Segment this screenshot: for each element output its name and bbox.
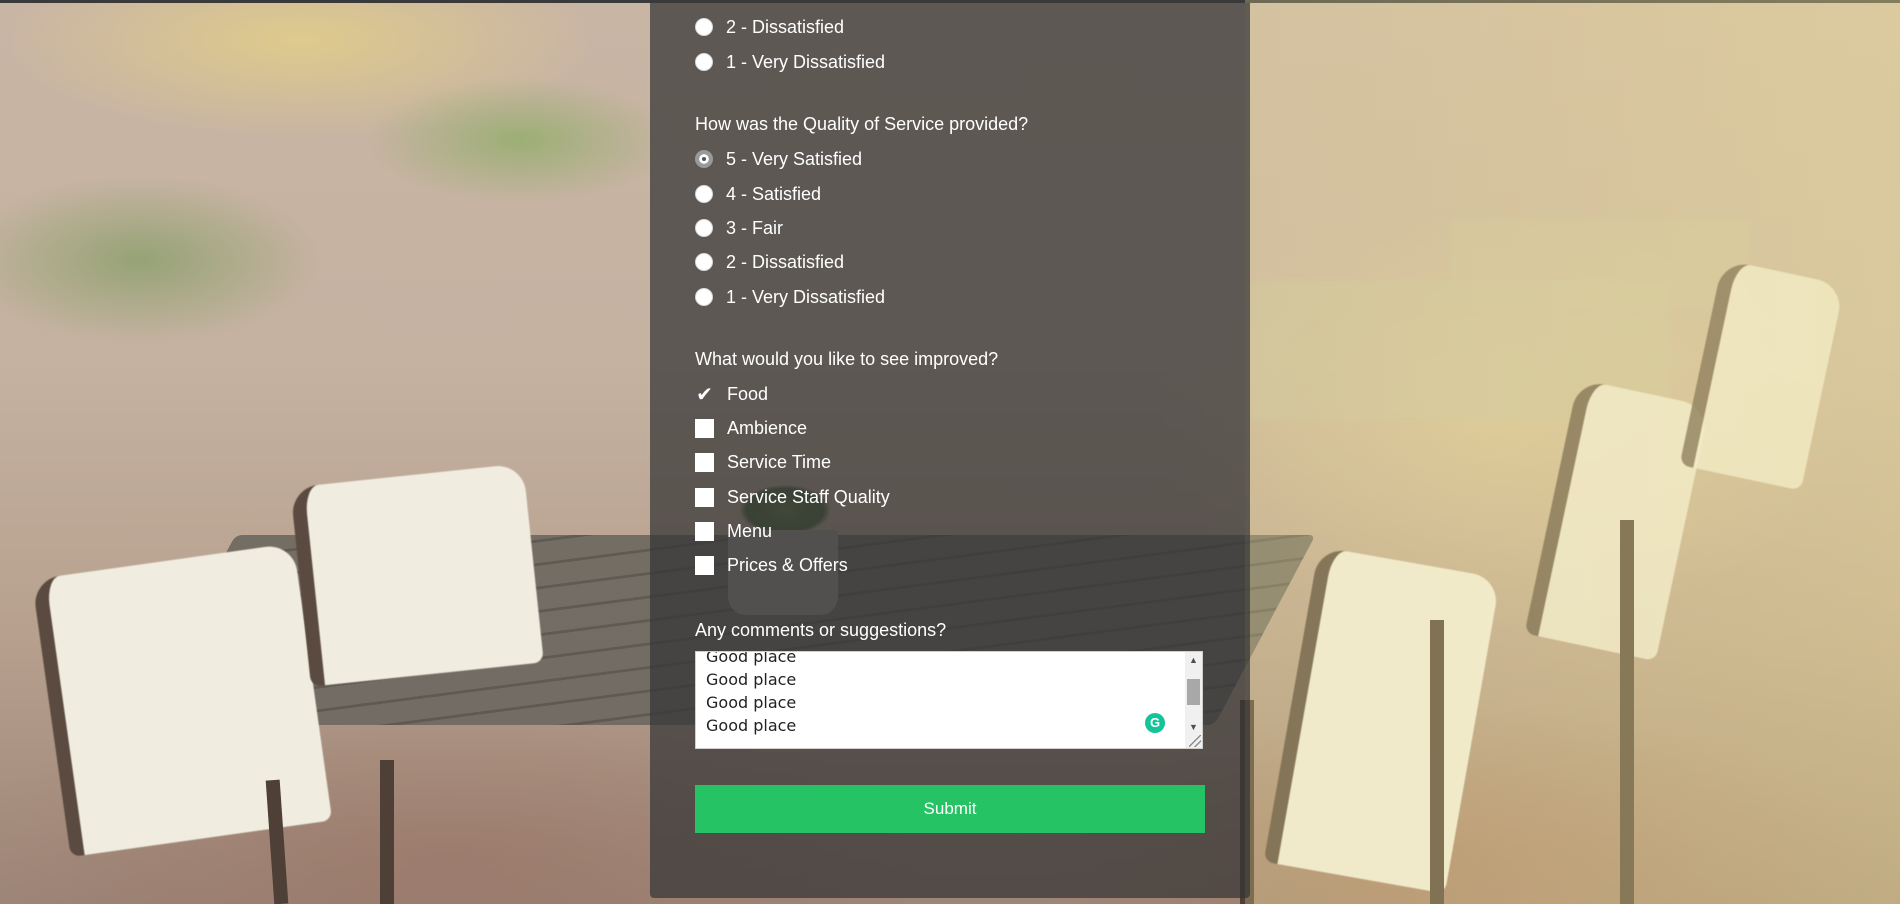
checkbox[interactable] bbox=[695, 452, 714, 472]
background-chair bbox=[1263, 546, 1501, 894]
feedback-form-panel: 2 - Dissatisfied 1 - Very Dissatisfied H… bbox=[650, 3, 1250, 898]
checkbox-option-service-staff-quality[interactable]: Service Staff Quality bbox=[695, 484, 890, 510]
grammarly-icon[interactable]: G bbox=[1145, 713, 1165, 733]
scrollbar-thumb[interactable] bbox=[1187, 679, 1200, 705]
checkbox-option-prices-offers[interactable]: Prices & Offers bbox=[695, 552, 848, 578]
scroll-up-arrow-icon[interactable]: ▲ bbox=[1185, 652, 1202, 669]
checkbox-label: Menu bbox=[727, 520, 773, 541]
checkbox-label: Food bbox=[727, 383, 769, 404]
radio-option-service-3[interactable]: 3 - Fair bbox=[695, 215, 783, 241]
comments-question-label: Any comments or suggestions? bbox=[695, 620, 947, 640]
radio-option-service-1[interactable]: 1 - Very Dissatisfied bbox=[695, 284, 885, 310]
comments-line: Good place bbox=[706, 693, 797, 712]
radio-label: 2 - Dissatisfied bbox=[726, 16, 845, 37]
background-chair bbox=[1524, 378, 1710, 662]
comments-scrollbar[interactable]: ▲ ▼ bbox=[1185, 652, 1202, 748]
radio-option-service-5[interactable]: 5 - Very Satisfied bbox=[695, 146, 862, 172]
checkbox[interactable] bbox=[695, 487, 714, 507]
checkbox-option-menu[interactable]: Menu bbox=[695, 518, 772, 544]
radio-option-service-2[interactable]: 2 - Dissatisfied bbox=[695, 249, 844, 275]
checkbox[interactable] bbox=[695, 555, 714, 575]
comments-text: Good place Good place Good place Good pl… bbox=[706, 651, 797, 737]
radio-button[interactable] bbox=[695, 18, 713, 36]
background-chair bbox=[31, 542, 333, 858]
radio-button[interactable] bbox=[695, 288, 713, 306]
comments-line: Good place bbox=[706, 651, 797, 666]
scroll-down-arrow-icon[interactable]: ▼ bbox=[1185, 719, 1202, 736]
checkbox-label: Service Time bbox=[727, 451, 832, 472]
background-chair-leg bbox=[1430, 620, 1444, 904]
radio-button[interactable] bbox=[695, 53, 713, 71]
background-table bbox=[1250, 280, 1670, 420]
radio-label: 1 - Very Dissatisfied bbox=[726, 51, 886, 72]
submit-button[interactable]: Submit bbox=[695, 785, 1205, 833]
background-chair bbox=[290, 463, 544, 687]
background-tint bbox=[1245, 0, 1900, 904]
radio-label: 1 - Very Dissatisfied bbox=[726, 286, 886, 307]
radio-button[interactable] bbox=[695, 219, 713, 237]
background-chair bbox=[1679, 259, 1845, 491]
checkbox-option-food[interactable]: ✔ Food bbox=[695, 381, 768, 407]
service-question-label: How was the Quality of Service provided? bbox=[695, 114, 1029, 134]
background-chair-leg bbox=[1620, 520, 1634, 904]
checkbox[interactable] bbox=[695, 418, 714, 438]
radio-label: 2 - Dissatisfied bbox=[726, 251, 845, 272]
background-chair-leg bbox=[380, 760, 394, 904]
background-chair-leg bbox=[265, 779, 289, 904]
radio-label: 5 - Very Satisfied bbox=[726, 148, 863, 169]
radio-option-service-4[interactable]: 4 - Satisfied bbox=[695, 181, 821, 207]
radio-option-prev-1[interactable]: 1 - Very Dissatisfied bbox=[695, 49, 885, 75]
checkbox-option-service-time[interactable]: Service Time bbox=[695, 449, 831, 475]
checkbox-label: Prices & Offers bbox=[727, 554, 848, 575]
radio-label: 3 - Fair bbox=[726, 217, 784, 238]
background-table bbox=[1450, 220, 1750, 310]
checkbox-label: Ambience bbox=[727, 417, 808, 438]
checkbox-label: Service Staff Quality bbox=[727, 486, 890, 507]
radio-button[interactable] bbox=[695, 253, 713, 271]
checkbox[interactable] bbox=[695, 521, 714, 541]
checkmark-icon[interactable]: ✔ bbox=[695, 384, 714, 406]
checkbox-option-ambience[interactable]: Ambience bbox=[695, 415, 807, 441]
radio-button[interactable] bbox=[695, 185, 713, 203]
comments-line: Good place bbox=[706, 670, 797, 689]
comments-line: Good place bbox=[706, 716, 797, 735]
comments-textarea[interactable]: Good place Good place Good place Good pl… bbox=[695, 651, 1203, 749]
improve-question-label: What would you like to see improved? bbox=[695, 349, 999, 369]
radio-label: 4 - Satisfied bbox=[726, 183, 822, 204]
resize-grip-icon[interactable] bbox=[1189, 735, 1201, 747]
radio-button-selected[interactable] bbox=[695, 150, 713, 168]
radio-option-prev-2[interactable]: 2 - Dissatisfied bbox=[695, 14, 844, 40]
